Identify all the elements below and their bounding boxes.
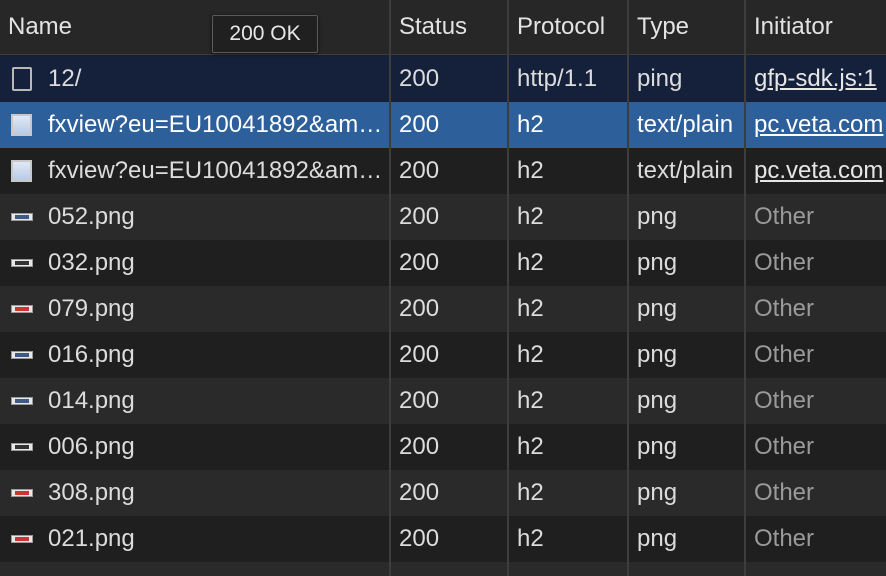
table-row-partial: [0, 562, 886, 576]
column-divider[interactable]: [744, 0, 746, 576]
request-protocol: h2: [517, 111, 544, 138]
request-name: 006.png: [48, 433, 135, 460]
table-row[interactable]: 021.png 200 h2 png Other: [0, 516, 886, 562]
table-row[interactable]: 308.png 200 h2 png Other: [0, 470, 886, 516]
request-initiator: Other: [754, 249, 815, 276]
request-name: 021.png: [48, 525, 135, 552]
column-divider[interactable]: [507, 0, 509, 576]
request-protocol: h2: [517, 295, 544, 322]
request-initiator-link[interactable]: pc.veta.com: [746, 148, 886, 194]
table-row[interactable]: 016.png 200 h2 png Other: [0, 332, 886, 378]
table-row[interactable]: 12/ 200 http/1.1 ping gfp-sdk.js:1: [0, 56, 886, 102]
request-name: fxview?eu=EU10041892&amp;...: [48, 111, 389, 138]
column-header-type[interactable]: Type: [629, 0, 744, 54]
request-name: 079.png: [48, 295, 135, 322]
network-request-table: Name Status Protocol Type Initiator 12/ …: [0, 0, 886, 576]
table-row[interactable]: 032.png 200 h2 png Other: [0, 240, 886, 286]
request-protocol: h2: [517, 479, 544, 506]
status-tooltip: 200 OK: [212, 15, 318, 53]
request-protocol: h2: [517, 525, 544, 552]
request-type: png: [637, 341, 678, 368]
table-header: Name Status Protocol Type Initiator: [0, 0, 886, 55]
request-name: 052.png: [48, 203, 135, 230]
request-status: 200: [399, 157, 440, 184]
table-row-selected[interactable]: fxview?eu=EU10041892&amp;... 200 h2 text…: [0, 102, 886, 148]
request-type: png: [637, 249, 678, 276]
request-name: 12/: [48, 65, 82, 92]
request-status: 200: [399, 387, 440, 414]
request-protocol: h2: [517, 387, 544, 414]
request-initiator: Other: [754, 387, 815, 414]
column-divider[interactable]: [627, 0, 629, 576]
request-status: 200: [399, 111, 440, 138]
table-row[interactable]: 052.png 200 h2 png Other: [0, 194, 886, 240]
column-header-name[interactable]: Name: [0, 0, 389, 54]
request-status: 200: [399, 479, 440, 506]
table-row[interactable]: 006.png 200 h2 png Other: [0, 424, 886, 470]
request-name: 014.png: [48, 387, 135, 414]
request-initiator: Other: [754, 341, 815, 368]
request-initiator: Other: [754, 295, 815, 322]
request-status: 200: [399, 65, 440, 92]
request-initiator: Other: [754, 433, 815, 460]
request-status: 200: [399, 341, 440, 368]
request-type: png: [637, 295, 678, 322]
table-row[interactable]: fxview?eu=EU10041892&amp;... 200 h2 text…: [0, 148, 886, 194]
request-type: png: [637, 203, 678, 230]
column-header-status[interactable]: Status: [391, 0, 507, 54]
request-initiator: Other: [754, 525, 815, 552]
request-status: 200: [399, 525, 440, 552]
request-type: text/plain: [637, 157, 734, 184]
request-type: text/plain: [637, 111, 734, 138]
request-status: 200: [399, 433, 440, 460]
request-status: 200: [399, 203, 440, 230]
request-initiator: Other: [754, 479, 815, 506]
request-type: png: [637, 525, 678, 552]
request-type: png: [637, 433, 678, 460]
column-divider[interactable]: [389, 0, 391, 576]
request-type: ping: [637, 65, 683, 92]
table-row[interactable]: 014.png 200 h2 png Other: [0, 378, 886, 424]
request-name: 032.png: [48, 249, 135, 276]
request-protocol: h2: [517, 203, 544, 230]
request-name: 308.png: [48, 479, 135, 506]
request-protocol: h2: [517, 433, 544, 460]
request-type: png: [637, 387, 678, 414]
request-protocol: h2: [517, 341, 544, 368]
request-protocol: h2: [517, 157, 544, 184]
request-initiator-link[interactable]: gfp-sdk.js:1: [746, 56, 886, 102]
request-protocol: h2: [517, 249, 544, 276]
request-initiator: Other: [754, 203, 815, 230]
table-row[interactable]: 079.png 200 h2 png Other: [0, 286, 886, 332]
request-type: png: [637, 479, 678, 506]
column-header-initiator[interactable]: Initiator: [746, 0, 886, 54]
request-initiator-link[interactable]: pc.veta.com: [746, 102, 886, 148]
request-name: fxview?eu=EU10041892&amp;...: [48, 157, 389, 184]
request-name: 016.png: [48, 341, 135, 368]
request-status: 200: [399, 249, 440, 276]
request-status: 200: [399, 295, 440, 322]
column-header-protocol[interactable]: Protocol: [509, 0, 609, 54]
request-protocol: http/1.1: [517, 65, 598, 92]
